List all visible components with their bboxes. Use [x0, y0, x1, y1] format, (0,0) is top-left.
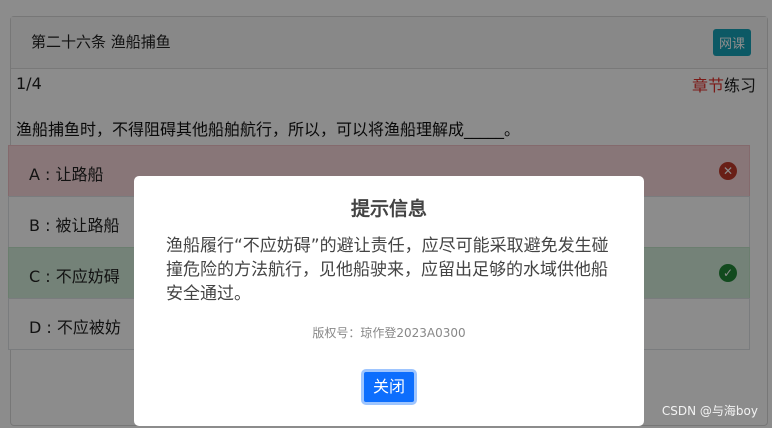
dialog-title: 提示信息: [350, 198, 427, 220]
close-button[interactable]: 关闭: [361, 369, 417, 405]
copyright-text: 版权号：琼作登2023A0300: [312, 326, 466, 340]
footer-credit: CSDN @与海boy: [661, 404, 758, 418]
info-dialog: 提示信息 渔船履行“不应妨碍”的避让责任，应尽可能采取避免发生碰撞危险的方法航行…: [134, 176, 644, 426]
dialog-body: 渔船履行“不应妨碍”的避让责任，应尽可能采取避免发生碰撞危险的方法航行，见他船驶…: [166, 236, 609, 304]
